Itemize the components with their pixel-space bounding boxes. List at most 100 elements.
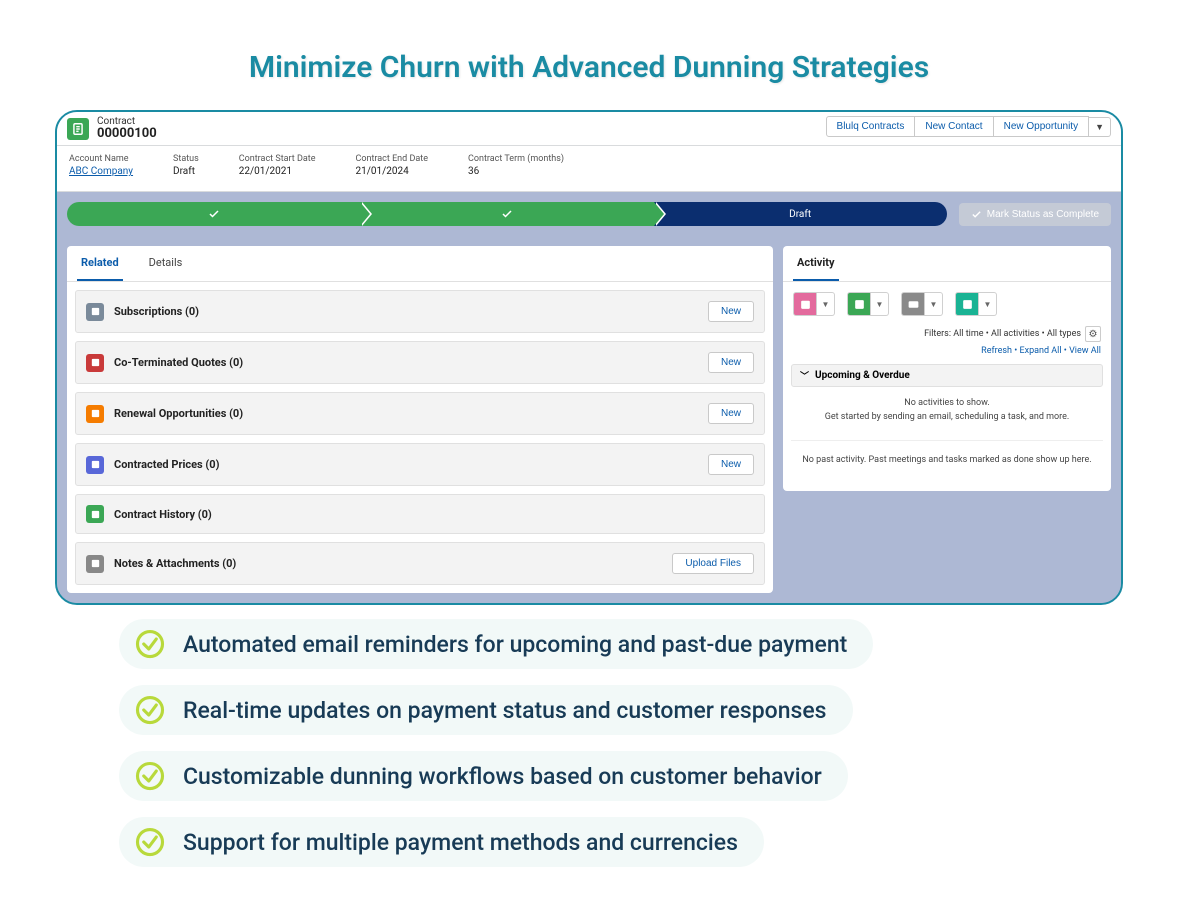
related-item-title: Contract History (0) [114,508,212,521]
check-circle-icon [135,827,165,857]
tab-related[interactable]: Related [77,246,123,281]
record-fields: Account Name ABC Company Status Draft Co… [57,146,1121,192]
activity-panel: Activity ▼ ▼ [783,246,1111,491]
bluiq-contracts-button[interactable]: Blulq Contracts [826,116,916,137]
activity-action-bar: ▼ ▼ ▼ ▼ [783,282,1111,326]
tab-activity[interactable]: Activity [793,246,839,281]
account-name-label: Account Name [69,154,133,164]
tab-details[interactable]: Details [145,246,187,281]
activity-links: Refresh • Expand All • View All [783,346,1111,364]
path-stage-complete-2[interactable] [360,202,653,226]
related-item[interactable]: Co-Terminated Quotes (0) New [75,341,765,384]
path-stage-current[interactable]: Draft [654,202,947,226]
filters-text: Filters: All time • All activities • All… [924,329,1081,339]
more-actions-button[interactable]: ▼ [1089,117,1111,137]
mark-complete-label: Mark Status as Complete [987,209,1099,220]
start-date-label: Contract Start Date [239,154,316,164]
refresh-link[interactable]: Refresh [981,346,1012,356]
email-button[interactable] [901,292,925,316]
call-button[interactable] [955,292,979,316]
upcoming-label: Upcoming & Overdue [815,370,910,381]
related-item[interactable]: Notes & Attachments (0) Upload Files [75,542,765,585]
check-icon [971,209,982,220]
status-value: Draft [173,166,199,177]
header-actions: Blulq Contracts New Contact New Opportun… [826,116,1111,137]
feature-text: Automated email reminders for upcoming a… [183,631,847,658]
path-current-label: Draft [789,209,811,220]
related-item[interactable]: Renewal Opportunities (0) New [75,392,765,435]
feature-item: Support for multiple payment methods and… [119,817,764,867]
chevron-down-icon: ﹀ [800,369,809,382]
feature-text: Real-time updates on payment status and … [183,697,827,724]
feature-text: Customizable dunning workflows based on … [183,763,822,790]
check-circle-icon [135,761,165,791]
view-all-link[interactable]: View All [1069,346,1101,356]
path-stage-complete-1[interactable] [67,202,360,226]
related-item[interactable]: Contracted Prices (0) New [75,443,765,486]
new-button[interactable]: New [708,403,754,424]
related-list: Subscriptions (0)NewCo-Terminated Quotes… [67,282,773,593]
record-meta: Contract 00000100 [97,116,157,141]
status-label: Status [173,154,199,164]
upload-files-button[interactable]: Upload Files [672,553,754,574]
new-task-button[interactable] [847,292,871,316]
main-tabs: Related Details [67,246,773,282]
main-panel: Related Details Subscriptions (0)NewCo-T… [67,246,773,593]
related-item-title: Contracted Prices (0) [114,458,219,471]
upcoming-overdue-toggle[interactable]: ﹀ Upcoming & Overdue [791,364,1103,387]
gear-icon[interactable]: ⚙ [1085,326,1101,342]
opportunity-icon [86,405,104,423]
log-call-button[interactable] [793,292,817,316]
salesforce-frame: Contract 00000100 Blulq Contracts New Co… [55,110,1123,605]
feature-item: Customizable dunning workflows based on … [119,751,848,801]
history-icon [86,505,104,523]
record-number: 00000100 [97,127,157,141]
new-opportunity-button[interactable]: New Opportunity [994,116,1089,137]
new-button[interactable]: New [708,301,754,322]
activity-filters: Filters: All time • All activities • All… [783,326,1111,346]
new-button[interactable]: New [708,454,754,475]
related-item[interactable]: Contract History (0) [75,494,765,534]
feature-item: Automated email reminders for upcoming a… [119,619,873,669]
task-icon [853,298,866,311]
check-icon [501,208,513,220]
path-wrap: Draft Mark Status as Complete [57,192,1121,236]
term-value: 36 [468,166,564,177]
body-columns: Related Details Subscriptions (0)NewCo-T… [57,236,1121,603]
new-task-dropdown[interactable]: ▼ [871,292,889,316]
side-tabs: Activity [783,246,1111,282]
page-heading: Minimize Churn with Advanced Dunning Str… [0,50,1178,85]
file-icon [86,555,104,573]
feature-list: Automated email reminders for upcoming a… [109,619,1069,867]
related-item-title: Renewal Opportunities (0) [114,407,243,420]
record-header: Contract 00000100 Blulq Contracts New Co… [57,112,1121,146]
new-button[interactable]: New [708,352,754,373]
feature-item: Real-time updates on payment status and … [119,685,853,735]
check-circle-icon [135,629,165,659]
past-activity-message: No past activity. Past meetings and task… [791,440,1103,483]
related-item[interactable]: Subscriptions (0) New [75,290,765,333]
log-call-dropdown[interactable]: ▼ [817,292,835,316]
term-label: Contract Term (months) [468,154,564,164]
check-icon [208,208,220,220]
related-item-title: Co-Terminated Quotes (0) [114,356,243,369]
contract-icon [67,118,89,140]
status-path: Draft [67,202,947,226]
expand-all-link[interactable]: Expand All [1019,346,1061,356]
email-dropdown[interactable]: ▼ [925,292,943,316]
account-name-link[interactable]: ABC Company [69,166,133,177]
check-circle-icon [135,695,165,725]
cart-icon [86,354,104,372]
mark-complete-button[interactable]: Mark Status as Complete [959,203,1111,226]
price-icon [86,456,104,474]
call-dropdown[interactable]: ▼ [979,292,997,316]
related-item-title: Notes & Attachments (0) [114,557,236,570]
feature-text: Support for multiple payment methods and… [183,829,738,856]
related-item-title: Subscriptions (0) [114,305,199,318]
no-activities-message: No activities to show. Get started by se… [783,387,1111,440]
start-date-value: 22/01/2021 [239,166,316,177]
end-date-label: Contract End Date [356,154,428,164]
phone-icon [961,298,974,311]
new-contact-button[interactable]: New Contact [915,116,993,137]
calendar-icon [799,298,812,311]
